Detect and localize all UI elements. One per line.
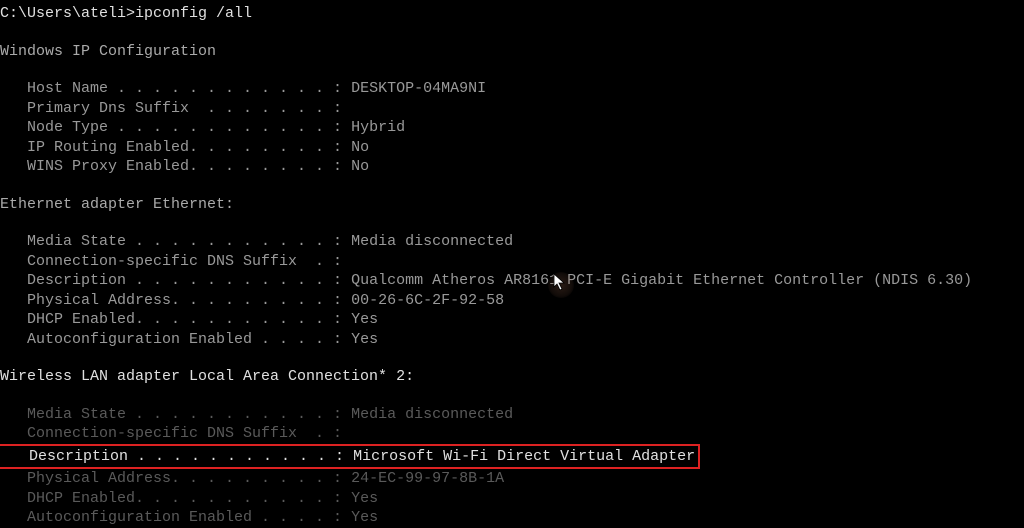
value: Qualcomm Atheros AR8161 PCI-E Gigabit Et… — [351, 272, 972, 289]
label: Primary Dns Suffix . . . . . . . : — [0, 100, 342, 117]
label: Autoconfiguration Enabled . . . . : — [0, 509, 351, 526]
section-windows-ip-config: Windows IP Configuration — [0, 42, 1024, 62]
label: Autoconfiguration Enabled . . . . : — [0, 331, 351, 348]
value: No — [351, 158, 369, 175]
label: Physical Address. . . . . . . . . : — [0, 292, 351, 309]
label: Media State . . . . . . . . . . . : — [0, 406, 351, 423]
command-prompt-line: C:\Users\ateli>ipconfig /all — [0, 4, 1024, 24]
field-dns-suffix: Connection-specific DNS Suffix . : — [0, 252, 1024, 272]
field-dhcp-enabled: DHCP Enabled. . . . . . . . . . . : Yes — [0, 489, 1024, 509]
field-autoconfiguration-enabled: Autoconfiguration Enabled . . . . : Yes — [0, 508, 1024, 528]
label: Host Name . . . . . . . . . . . . : — [0, 80, 351, 97]
label: Connection-specific DNS Suffix . : — [0, 425, 342, 442]
value: Yes — [351, 509, 378, 526]
label: IP Routing Enabled. . . . . . . . : — [0, 139, 351, 156]
value: Media disconnected — [351, 233, 513, 250]
value: No — [351, 139, 369, 156]
label: Description . . . . . . . . . . . : — [2, 448, 353, 465]
field-media-state: Media State . . . . . . . . . . . : Medi… — [0, 405, 1024, 425]
section-ethernet-adapter: Ethernet adapter Ethernet: — [0, 195, 1024, 215]
field-ip-routing-enabled: IP Routing Enabled. . . . . . . . : No — [0, 138, 1024, 158]
label: Media State . . . . . . . . . . . : — [0, 233, 351, 250]
value: Yes — [351, 311, 378, 328]
field-dns-suffix: Connection-specific DNS Suffix . : — [0, 424, 1024, 444]
label: Description . . . . . . . . . . . : — [0, 272, 351, 289]
field-primary-dns-suffix: Primary Dns Suffix . . . . . . . : — [0, 99, 1024, 119]
value: Yes — [351, 331, 378, 348]
label: Physical Address. . . . . . . . . : — [0, 470, 351, 487]
value: Microsoft Wi-Fi Direct Virtual Adapter — [353, 448, 695, 465]
field-physical-address: Physical Address. . . . . . . . . : 00-2… — [0, 291, 1024, 311]
field-autoconfiguration-enabled: Autoconfiguration Enabled . . . . : Yes — [0, 330, 1024, 350]
field-physical-address: Physical Address. . . . . . . . . : 24-E… — [0, 469, 1024, 489]
label: WINS Proxy Enabled. . . . . . . . : — [0, 158, 351, 175]
field-dhcp-enabled: DHCP Enabled. . . . . . . . . . . : Yes — [0, 310, 1024, 330]
label: Node Type . . . . . . . . . . . . : — [0, 119, 351, 136]
field-host-name: Host Name . . . . . . . . . . . . : DESK… — [0, 79, 1024, 99]
field-media-state: Media State . . . . . . . . . . . : Medi… — [0, 232, 1024, 252]
value: Yes — [351, 490, 378, 507]
label: DHCP Enabled. . . . . . . . . . . : — [0, 311, 351, 328]
value: Hybrid — [351, 119, 405, 136]
field-node-type: Node Type . . . . . . . . . . . . : Hybr… — [0, 118, 1024, 138]
value: DESKTOP-04MA9NI — [351, 80, 486, 97]
field-description: Description . . . . . . . . . . . : Qual… — [0, 271, 1024, 291]
value: Media disconnected — [351, 406, 513, 423]
section-wireless-lan-adapter: Wireless LAN adapter Local Area Connecti… — [0, 367, 1024, 387]
label: Connection-specific DNS Suffix . : — [0, 253, 342, 270]
field-wins-proxy-enabled: WINS Proxy Enabled. . . . . . . . : No — [0, 157, 1024, 177]
field-description-highlighted: Description . . . . . . . . . . . : Micr… — [0, 444, 1024, 470]
value: 00-26-6C-2F-92-58 — [351, 292, 504, 309]
label: DHCP Enabled. . . . . . . . . . . : — [0, 490, 351, 507]
value: 24-EC-99-97-8B-1A — [351, 470, 504, 487]
